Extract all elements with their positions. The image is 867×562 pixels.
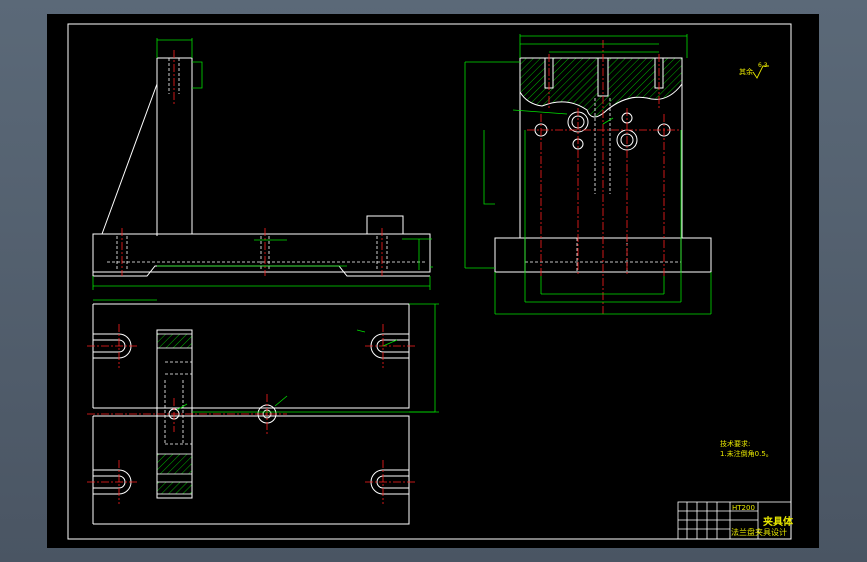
- top-view-centerlines: [87, 324, 415, 504]
- top-view-hidden: [164, 361, 192, 445]
- cad-drawing: [67, 23, 792, 540]
- technical-notes-title: 技术要求:: [720, 440, 751, 448]
- roughness-value: 6.3: [758, 62, 768, 69]
- drawing-sheet: 其余 6.3 技术要求: 1.未注倒角0.5。 HT200 夹具体 法兰盘夹具设…: [47, 14, 819, 548]
- front-view: [92, 57, 431, 277]
- front-view-centerlines: [121, 50, 383, 276]
- technical-notes-line: 1.未注倒角0.5。: [720, 450, 773, 458]
- roughness-label: 其余: [739, 68, 753, 76]
- top-view-dimensions: [93, 299, 439, 413]
- drawing-subtitle: 法兰盘夹具设计: [731, 528, 787, 537]
- part-name: 夹具体: [763, 517, 793, 528]
- material-label: HT200: [732, 504, 755, 512]
